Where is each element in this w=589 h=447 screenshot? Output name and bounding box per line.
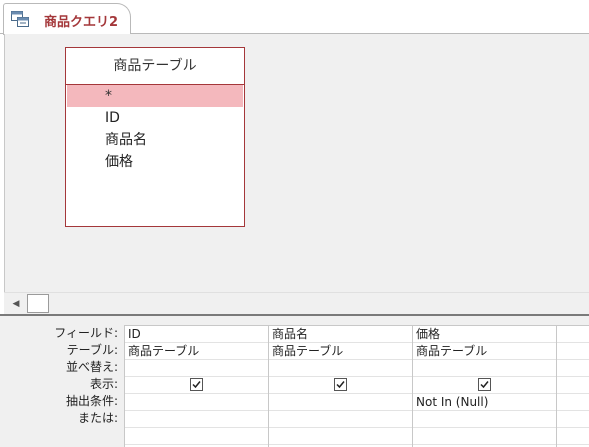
- sort-cell[interactable]: [125, 360, 268, 377]
- field-list-item-all[interactable]: *: [67, 85, 243, 107]
- row-label-or: または:: [77, 411, 118, 425]
- grid-cell-empty[interactable]: [557, 377, 589, 394]
- show-checkbox[interactable]: [190, 378, 203, 391]
- table-cell[interactable]: 商品テーブル: [269, 343, 412, 360]
- grid-column[interactable]: 価格 商品テーブル Not In (Null): [413, 326, 557, 447]
- grid-cell-empty[interactable]: [125, 428, 268, 445]
- criteria-cell[interactable]: [125, 394, 268, 411]
- grid-cell-empty[interactable]: [269, 428, 412, 445]
- design-pane-hscrollbar[interactable]: ◀: [4, 292, 589, 314]
- document-tab-strip: 商品クエリ2: [0, 0, 589, 35]
- criteria-cell[interactable]: Not In (Null): [413, 394, 556, 411]
- grid-column-empty[interactable]: [557, 326, 589, 447]
- table-cell[interactable]: 商品テーブル: [125, 343, 268, 360]
- criteria-cell[interactable]: [269, 394, 412, 411]
- query-tab[interactable]: 商品クエリ2: [3, 3, 131, 35]
- show-cell[interactable]: [413, 377, 556, 394]
- query-design-pane[interactable]: 商品テーブル * ID 商品名 価格: [4, 34, 589, 292]
- checkmark-icon: [336, 381, 345, 389]
- table-field-list[interactable]: 商品テーブル * ID 商品名 価格: [65, 47, 245, 227]
- field-cell[interactable]: 商品名: [269, 326, 412, 343]
- checkmark-icon: [192, 381, 201, 389]
- tab-title: 商品クエリ2: [44, 15, 119, 30]
- or-cell[interactable]: [269, 411, 412, 428]
- grid-cell-empty[interactable]: [557, 326, 589, 343]
- or-cell[interactable]: [125, 411, 268, 428]
- grid-cell-empty[interactable]: [557, 360, 589, 377]
- grid-column[interactable]: ID 商品テーブル: [125, 326, 269, 447]
- grid-column[interactable]: 商品名 商品テーブル: [269, 326, 413, 447]
- sort-cell[interactable]: [413, 360, 556, 377]
- scrollbar-thumb[interactable]: [27, 294, 49, 313]
- grid-cell-empty[interactable]: [557, 428, 589, 445]
- grid-cell-empty[interactable]: [557, 343, 589, 360]
- grid-cell-empty[interactable]: [557, 411, 589, 428]
- query-design-grid-area: フィールド: テーブル: 並べ替え: 表示: 抽出条件: または: ID 商品テ…: [0, 320, 589, 447]
- table-cell[interactable]: 商品テーブル: [413, 343, 556, 360]
- grid-cell-empty[interactable]: [557, 394, 589, 411]
- row-label-criteria: 抽出条件:: [65, 394, 118, 408]
- row-label-show: 表示:: [89, 377, 118, 391]
- field-list-item-price[interactable]: 価格: [66, 151, 244, 173]
- scroll-left-icon[interactable]: ◀: [6, 295, 26, 313]
- checkmark-icon: [480, 381, 489, 389]
- row-label-field: フィールド:: [54, 326, 118, 340]
- field-cell[interactable]: ID: [125, 326, 268, 343]
- show-checkbox[interactable]: [334, 378, 347, 391]
- show-cell[interactable]: [269, 377, 412, 394]
- show-checkbox[interactable]: [478, 378, 491, 391]
- field-list-item-id[interactable]: ID: [66, 107, 244, 129]
- query-icon: [11, 11, 29, 27]
- show-cell[interactable]: [125, 377, 268, 394]
- query-design-grid[interactable]: ID 商品テーブル 商品名 商品テーブル 価格 商品テーブル Not In (N…: [124, 325, 589, 447]
- row-label-sort: 並べ替え:: [65, 360, 118, 374]
- field-cell[interactable]: 価格: [413, 326, 556, 343]
- sort-cell[interactable]: [269, 360, 412, 377]
- field-list-title[interactable]: 商品テーブル: [66, 48, 244, 85]
- or-cell[interactable]: [413, 411, 556, 428]
- row-label-table: テーブル:: [66, 343, 118, 357]
- grid-row-headers: フィールド: テーブル: 並べ替え: 表示: 抽出条件: または:: [0, 325, 122, 427]
- field-list-item-name[interactable]: 商品名: [66, 129, 244, 151]
- grid-cell-empty[interactable]: [413, 428, 556, 445]
